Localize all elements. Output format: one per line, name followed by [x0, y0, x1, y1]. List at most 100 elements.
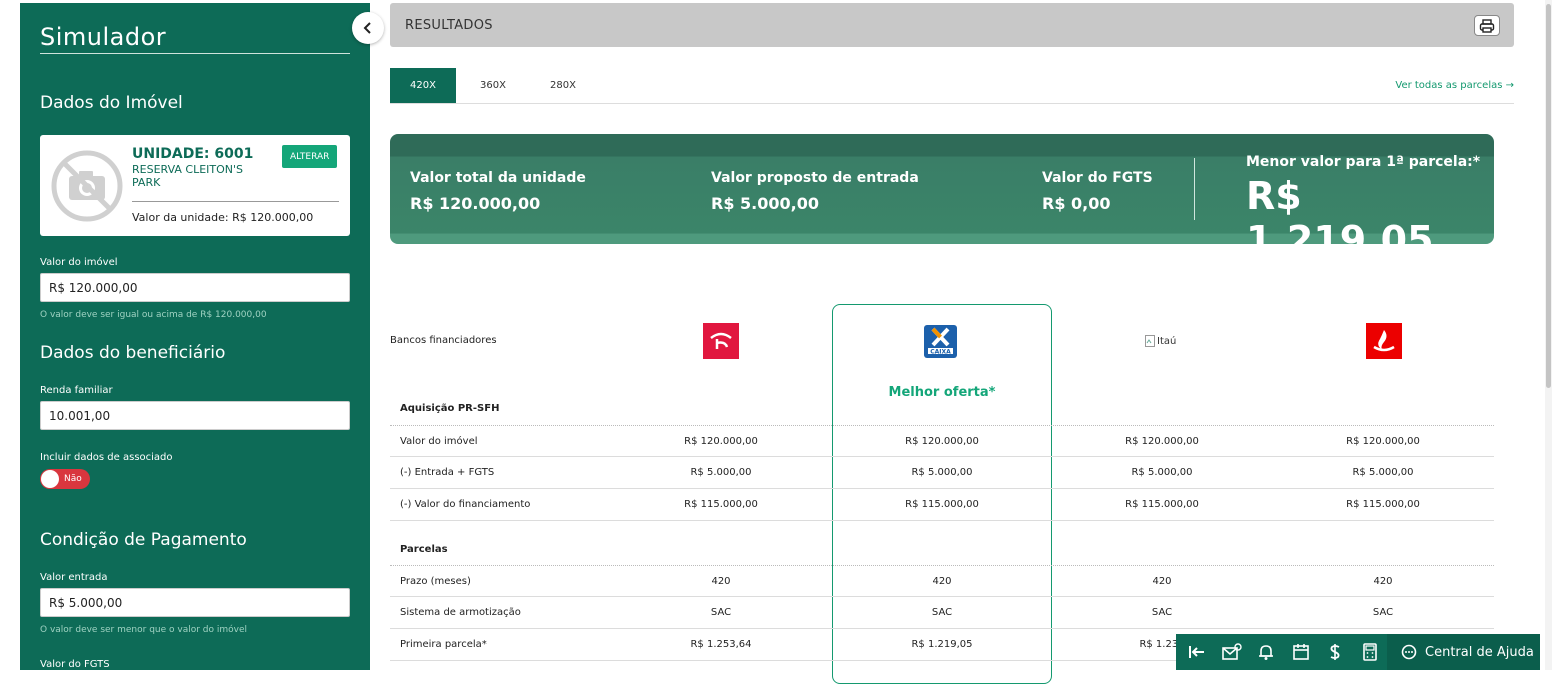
min-installment-value: R$ 1.219,05: [1246, 174, 1434, 262]
chat-icon: [1401, 644, 1417, 660]
unit-code: UNIDADE: 6001: [132, 146, 254, 162]
toggle-knob: [41, 470, 59, 488]
caixa-cell: R$ 5.000,00: [911, 467, 973, 478]
entry-summary-value: R$ 5.000,00: [711, 194, 819, 213]
chevron-left-icon: [363, 22, 371, 34]
fgts-label: Valor do FGTS: [40, 659, 110, 670]
caixa-cell: R$ 120.000,00: [905, 436, 979, 447]
bell-icon[interactable]: [1255, 641, 1277, 663]
results-title: RESULTADOS: [405, 18, 493, 33]
row-label: (-) Entrada + FGTS: [400, 467, 495, 478]
property-value-label: Valor do imóvel: [40, 257, 118, 268]
table-row: (-) Valor do financiamento R$ 115.000,00…: [390, 489, 1494, 521]
caixa-cell: R$ 115.000,00: [905, 499, 979, 510]
quick-actions-bar: [1176, 634, 1391, 670]
all-installments-link[interactable]: Ver todas as parcelas →: [1395, 80, 1514, 91]
bradesco-cell: R$ 120.000,00: [684, 436, 758, 447]
santander-cell: 420: [1373, 576, 1393, 587]
santander-cell: SAC: [1372, 607, 1394, 618]
results-header: RESULTADOS: [390, 3, 1514, 47]
title-underline: [40, 53, 350, 54]
table-row: (-) Entrada + FGTS R$ 5.000,00 R$ 5.000,…: [390, 457, 1494, 489]
printer-icon: [1479, 18, 1495, 33]
acquisition-section-title: Aquisição PR-SFH: [400, 403, 500, 414]
summary-divider: [1194, 158, 1195, 220]
caixa-cell: 420: [932, 576, 952, 587]
unit-total-label: Valor total da unidade: [410, 170, 586, 186]
page-scrollbar[interactable]: [1545, 0, 1552, 670]
santander-cell: R$ 120.000,00: [1346, 436, 1420, 447]
tab-360x[interactable]: 360X: [460, 68, 526, 103]
unit-card: UNIDADE: 6001 RESERVA CLEITON'S PARK ALT…: [40, 135, 350, 236]
bradesco-cell: R$ 5.000,00: [690, 467, 752, 478]
caixa-cell: SAC: [931, 607, 953, 618]
unit-total-value: R$ 120.000,00: [410, 194, 541, 213]
unit-name: RESERVA CLEITON'S PARK: [132, 163, 244, 189]
fgts-summary-value: R$ 0,00: [1042, 194, 1111, 213]
entry-hint: O valor deve ser menor que o valor do im…: [40, 625, 247, 635]
payment-section-title: Condição de Pagamento: [40, 530, 247, 550]
table-row: Sistema de armotização SAC SAC SAC SAC: [390, 597, 1494, 629]
itau-cell: 420: [1152, 576, 1172, 587]
calculator-icon[interactable]: [1359, 641, 1381, 663]
row-label: Primeira parcela*: [400, 639, 487, 650]
collapse-left-icon[interactable]: [1186, 641, 1208, 663]
itau-cell: R$ 5.000,00: [1131, 467, 1193, 478]
installments-tabs: 420X 360X 280X Ver todas as parcelas →: [390, 68, 1514, 104]
entry-summary-label: Valor proposto de entrada: [711, 170, 919, 186]
bradesco-logo: [703, 323, 739, 359]
santander-cell: R$ 115.000,00: [1346, 499, 1420, 510]
scrollbar-thumb[interactable]: [1546, 4, 1551, 388]
tab-280x[interactable]: 280X: [530, 68, 596, 103]
santander-logo: [1366, 323, 1402, 359]
fgts-summary-label: Valor do FGTS: [1042, 170, 1153, 186]
unit-value: Valor da unidade: R$ 120.000,00: [132, 211, 314, 224]
collapse-sidebar-button[interactable]: [352, 12, 384, 44]
tab-420x[interactable]: 420X: [390, 68, 456, 103]
calendar-icon[interactable]: [1290, 641, 1312, 663]
property-section-title: Dados do Imóvel: [40, 93, 183, 113]
print-button[interactable]: [1474, 15, 1500, 36]
alter-unit-button[interactable]: ALTERAR: [282, 145, 338, 168]
itau-alt-text: Itaú: [1157, 335, 1177, 347]
caixa-logo: CAIXA: [924, 325, 957, 358]
income-input[interactable]: 10.001,00: [40, 401, 350, 430]
sidebar-title: Simulador: [40, 23, 167, 51]
best-offer-label: Melhor oferta*: [888, 385, 996, 400]
row-label: Sistema de armotização: [400, 607, 521, 618]
entry-input[interactable]: R$ 5.000,00: [40, 588, 350, 617]
itau-cell: R$ 115.000,00: [1125, 499, 1199, 510]
caixa-cell: R$ 1.219,05: [911, 639, 973, 650]
summary-card: Valor total da unidade R$ 120.000,00 Val…: [390, 134, 1494, 262]
bradesco-cell: SAC: [710, 607, 732, 618]
svg-text:CAIXA: CAIXA: [930, 349, 951, 356]
beneficiary-section-title: Dados do beneficiário: [40, 343, 226, 363]
mail-star-icon[interactable]: [1221, 641, 1243, 663]
bradesco-cell: R$ 115.000,00: [684, 499, 758, 510]
simulator-sidebar: Simulador Dados do Imóvel UNIDADE: 6001 …: [20, 3, 370, 670]
table-row: Prazo (meses) 420 420 420 420: [390, 565, 1494, 597]
help-center-label: Central de Ajuda: [1425, 644, 1534, 660]
unit-divider: [132, 201, 339, 202]
min-installment-label: Menor valor para 1ª parcela:*: [1246, 154, 1481, 170]
help-center-button[interactable]: Central de Ajuda: [1387, 634, 1540, 670]
associate-label: Incluir dados de associado: [40, 452, 173, 463]
row-label: (-) Valor do financiamento: [400, 499, 531, 510]
dollar-icon[interactable]: [1324, 641, 1346, 663]
banks-label: Bancos financiadores: [390, 335, 497, 346]
toggle-label: Não: [64, 474, 82, 484]
property-value-hint: O valor deve ser igual ou acima de R$ 12…: [40, 310, 267, 320]
broken-image-icon: [1145, 335, 1155, 347]
table-row: Valor do imóvel R$ 120.000,00 R$ 120.000…: [390, 425, 1494, 457]
santander-cell: R$ 5.000,00: [1352, 467, 1414, 478]
row-label: Valor do imóvel: [400, 436, 478, 447]
associate-toggle[interactable]: Não: [40, 469, 90, 489]
entry-label: Valor entrada: [40, 572, 108, 583]
installments-section-title: Parcelas: [400, 544, 448, 555]
bradesco-cell: 420: [711, 576, 731, 587]
property-value-input[interactable]: R$ 120.000,00: [40, 273, 350, 302]
itau-cell: SAC: [1151, 607, 1173, 618]
row-label: Prazo (meses): [400, 576, 471, 587]
income-label: Renda familiar: [40, 385, 113, 396]
bradesco-cell: R$ 1.253,64: [690, 639, 752, 650]
